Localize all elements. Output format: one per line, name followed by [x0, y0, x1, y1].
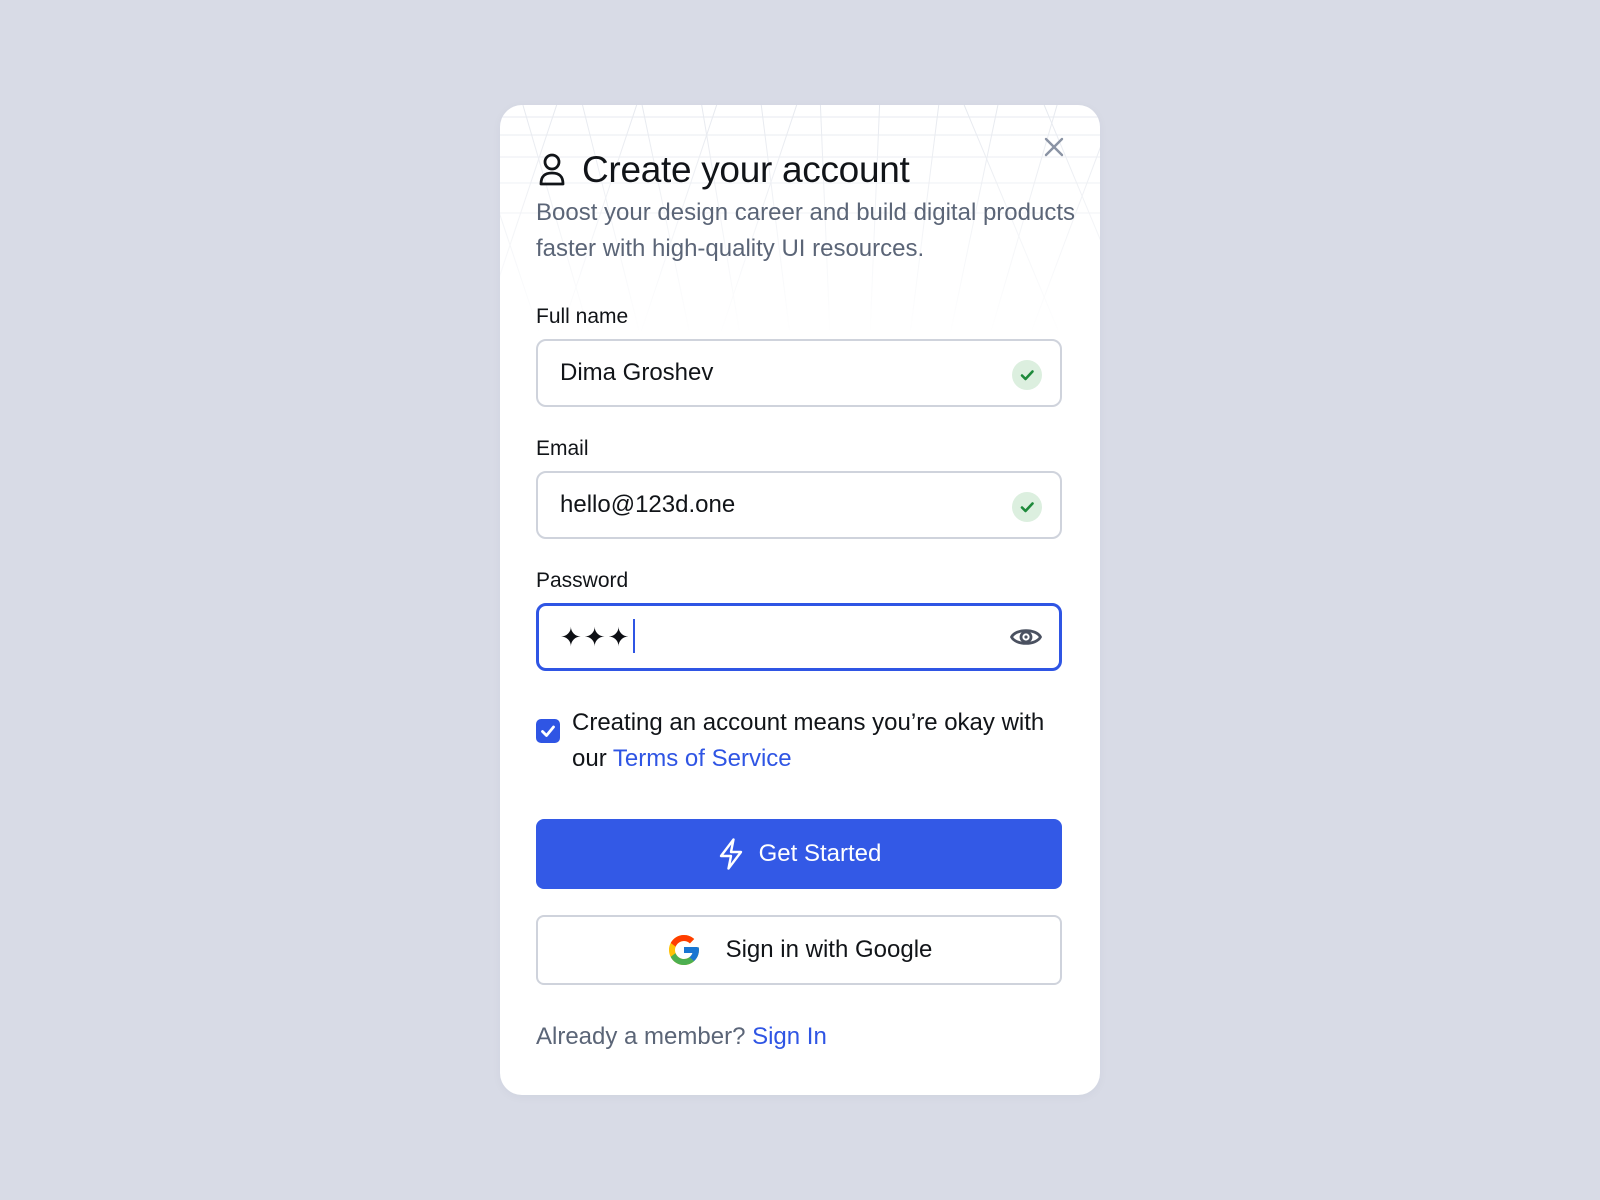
- full-name-field[interactable]: Dima Groshev: [536, 339, 1062, 407]
- email-valid-badge: [1012, 492, 1042, 522]
- get-started-label: Get Started: [758, 840, 882, 867]
- password-value[interactable]: ✦✦✦: [560, 606, 636, 668]
- password-masked-chars: ✦✦✦: [560, 622, 632, 652]
- check-icon: [1020, 502, 1034, 513]
- dialog-subtitle: Boost your design career and build digit…: [536, 199, 1075, 262]
- footer-text: Already a member?: [536, 1023, 753, 1050]
- get-started-button[interactable]: Get Started: [536, 819, 1062, 889]
- google-signin-button[interactable]: Sign in with Google: [536, 915, 1062, 985]
- email-field[interactable]: hello@123d.one: [536, 471, 1062, 539]
- password-label: Password: [536, 569, 629, 592]
- text-caret: [633, 618, 636, 653]
- check-icon: [1020, 370, 1034, 381]
- create-account-dialog: Create your account Boost your design ca…: [500, 105, 1100, 1095]
- dialog-title: Create your account: [582, 149, 910, 190]
- terms-checkbox[interactable]: [536, 719, 560, 743]
- google-signin-label: Sign in with Google: [725, 936, 933, 963]
- email-label: Email: [536, 437, 589, 460]
- footer: Already a member? Sign In: [536, 1023, 827, 1051]
- password-field[interactable]: ✦✦✦: [536, 603, 1062, 671]
- eye-icon[interactable]: [1009, 622, 1043, 652]
- lightning-icon: [719, 838, 742, 870]
- close-icon[interactable]: [1040, 133, 1068, 161]
- full-name-label: Full name: [536, 305, 629, 328]
- full-name-value[interactable]: Dima Groshev: [560, 341, 713, 405]
- user-icon: [539, 153, 565, 186]
- terms-text: Creating an account means you’re okay wi…: [572, 705, 1052, 777]
- google-logo-icon: [668, 935, 699, 965]
- sign-in-link[interactable]: Sign In: [752, 1023, 827, 1050]
- terms-of-service-link[interactable]: Terms of Service: [613, 745, 792, 772]
- email-value[interactable]: hello@123d.one: [560, 473, 735, 537]
- title-row: Create your account: [536, 145, 910, 195]
- full-name-valid-badge: [1012, 360, 1042, 390]
- checkmark-icon: [541, 725, 555, 737]
